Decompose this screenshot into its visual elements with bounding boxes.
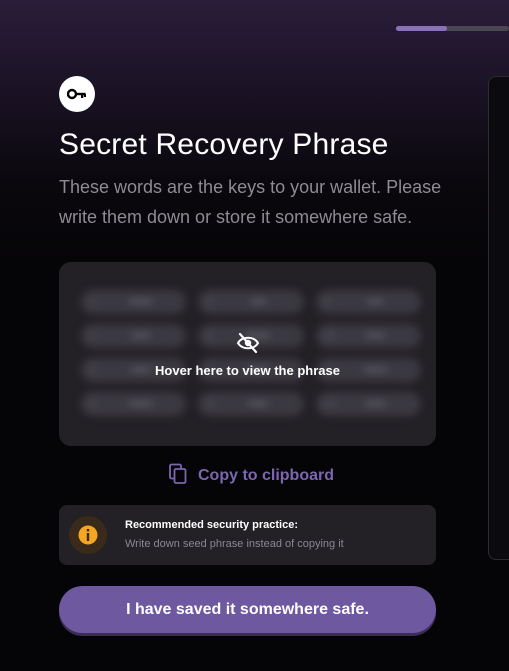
reveal-overlay[interactable]: Hover here to view the phrase bbox=[59, 332, 436, 378]
seed-word: 12. ••••• bbox=[315, 392, 421, 416]
seed-word-text: •••• bbox=[250, 296, 266, 308]
copy-to-clipboard-button[interactable]: Copy to clipboard bbox=[168, 463, 334, 489]
security-notice: Recommended security practice: Write dow… bbox=[59, 505, 436, 565]
page-subtitle: These words are the keys to your wallet.… bbox=[59, 177, 442, 227]
progress-bar bbox=[396, 26, 509, 31]
seed-word-text: ••••• bbox=[365, 398, 385, 410]
seed-word: 9. •••• bbox=[315, 290, 421, 314]
seed-word-number: 1. bbox=[89, 296, 99, 308]
seed-word-number: 12. bbox=[323, 398, 339, 410]
seed-word-text: •••••• bbox=[129, 296, 153, 308]
seed-phrase-box[interactable]: 1. •••••• 5. •••• 9. •••• 2. ••••• 6. •••••• 10. ••… bbox=[59, 262, 436, 446]
side-panel bbox=[488, 76, 509, 560]
copy-icon bbox=[168, 463, 188, 490]
seed-word: 8. ••••• bbox=[198, 392, 304, 416]
notice-title: Recommended security practice: bbox=[125, 519, 299, 531]
seed-word-number: 8. bbox=[206, 398, 216, 410]
seed-word-number: 4. bbox=[89, 398, 99, 410]
eye-off-icon bbox=[236, 332, 260, 358]
info-icon bbox=[69, 516, 107, 554]
saved-confirm-button[interactable]: I have saved it somewhere safe. bbox=[59, 586, 436, 633]
seed-word: 4. •••••• bbox=[81, 392, 187, 416]
copy-label: Copy to clipboard bbox=[198, 467, 334, 484]
progress-bar-fill bbox=[396, 26, 447, 31]
page-title: Secret Recovery Phrase bbox=[59, 128, 389, 161]
reveal-label: Hover here to view the phrase bbox=[155, 363, 340, 378]
seed-word-text: ••••• bbox=[248, 398, 268, 410]
seed-word-text: •••• bbox=[367, 296, 384, 308]
seed-word: 1. •••••• bbox=[81, 290, 187, 314]
seed-word-number: 5. bbox=[206, 296, 216, 308]
seed-word-number: 9. bbox=[323, 296, 333, 308]
seed-word-text: •••••• bbox=[129, 398, 153, 410]
notice-text: Write down seed phrase instead of copyin… bbox=[125, 538, 344, 550]
seed-word: 5. •••• bbox=[198, 290, 304, 314]
key-icon bbox=[59, 76, 95, 112]
